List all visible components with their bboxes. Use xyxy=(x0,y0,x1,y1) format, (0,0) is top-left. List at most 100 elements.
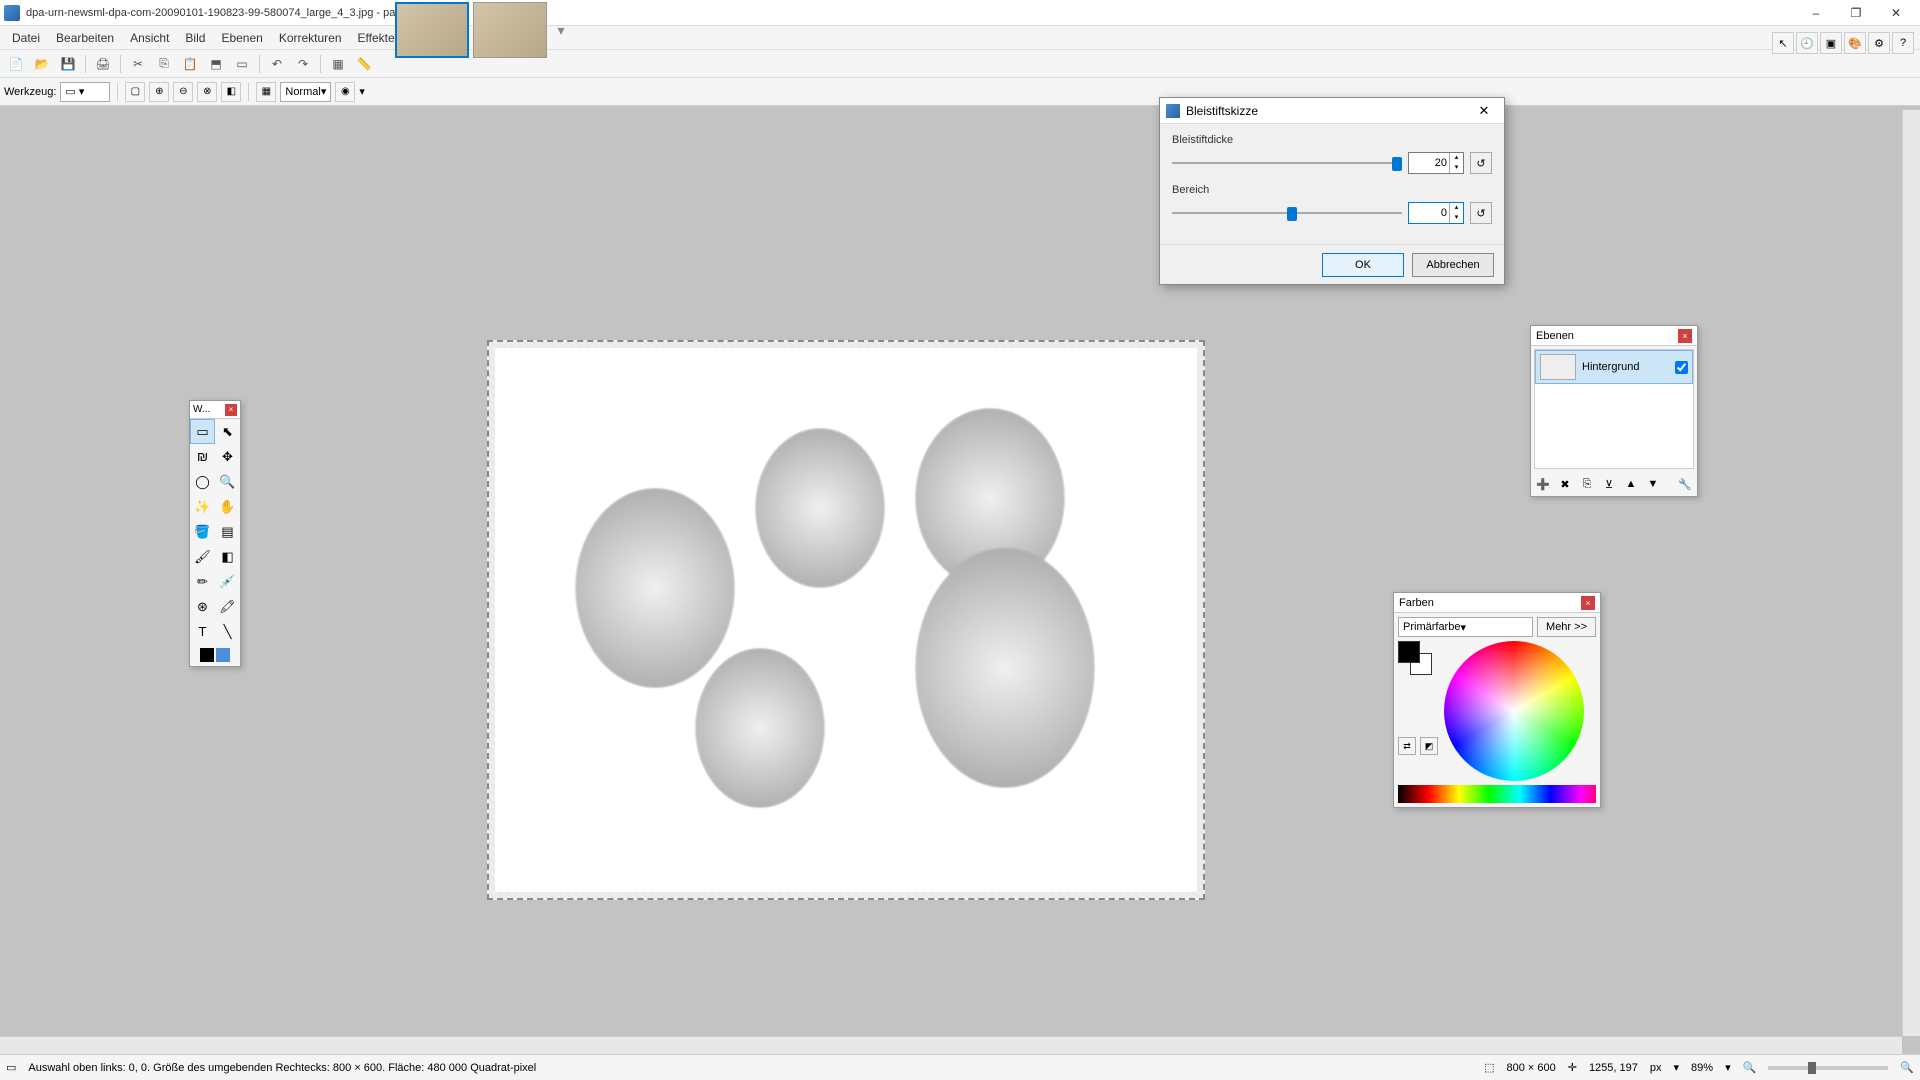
param-thickness-reset-icon[interactable]: ↺ xyxy=(1470,152,1492,174)
sampling-icon[interactable]: ◉ xyxy=(335,82,355,102)
color-picker-tool[interactable]: 💉 xyxy=(215,569,240,594)
paintbrush-tool[interactable]: 🖌 xyxy=(190,544,215,569)
ruler-icon[interactable]: 📏 xyxy=(352,52,376,76)
zoom-tool[interactable]: 🔍 xyxy=(215,469,240,494)
menu-image[interactable]: Bild xyxy=(177,29,213,47)
vertical-scrollbar[interactable] xyxy=(1902,110,1920,1036)
selection-subtract-icon[interactable]: ⊖ xyxy=(173,82,193,102)
ellipse-select-tool[interactable]: ◯ xyxy=(190,469,215,494)
ok-button[interactable]: OK xyxy=(1322,253,1404,277)
status-unit[interactable]: px xyxy=(1650,1062,1662,1074)
color-mode-selector[interactable]: Primärfarbe ▾ xyxy=(1398,617,1533,637)
dialog-header[interactable]: Bleistiftskizze ✕ xyxy=(1160,98,1504,124)
dialog-close-icon[interactable]: ✕ xyxy=(1470,100,1498,122)
menu-view[interactable]: Ansicht xyxy=(122,29,177,47)
param-range-slider[interactable] xyxy=(1172,205,1402,221)
redo-icon[interactable]: ↷ xyxy=(291,52,315,76)
dropdown-icon[interactable]: ▾ xyxy=(1725,1061,1731,1074)
spin-down-icon[interactable]: ▾ xyxy=(1449,163,1463,173)
grid-icon[interactable]: ▦ xyxy=(326,52,350,76)
param-thickness-slider[interactable] xyxy=(1172,155,1402,171)
text-tool[interactable]: T xyxy=(190,619,215,644)
pan-tool[interactable]: ✋ xyxy=(215,494,240,519)
minimize-button[interactable]: – xyxy=(1796,1,1836,25)
zoom-slider[interactable] xyxy=(1768,1066,1888,1070)
spin-up-icon[interactable]: ▴ xyxy=(1449,203,1463,213)
line-tool[interactable]: ╲ xyxy=(215,619,240,644)
save-file-icon[interactable]: 💾 xyxy=(56,52,80,76)
undo-icon[interactable]: ↶ xyxy=(265,52,289,76)
document-thumb-1[interactable] xyxy=(395,2,469,58)
canvas-image[interactable] xyxy=(487,340,1205,900)
move-pixels-tool[interactable]: ✥ xyxy=(215,444,240,469)
open-file-icon[interactable]: 📂 xyxy=(30,52,54,76)
tools-panel-header[interactable]: W... × xyxy=(190,401,240,419)
color-palette-strip[interactable] xyxy=(1398,785,1596,803)
move-down-icon[interactable]: ▼ xyxy=(1643,474,1663,494)
add-layer-icon[interactable]: ➕ xyxy=(1533,474,1553,494)
blend-mode-selector[interactable]: Normal ▾ xyxy=(280,82,331,102)
rectangle-select-tool[interactable]: ▭ xyxy=(190,419,215,444)
recolor-tool[interactable]: 🖍 xyxy=(215,594,240,619)
layers-toggle-icon[interactable]: ▣ xyxy=(1820,32,1842,54)
move-selection-tool[interactable]: ⬉ xyxy=(215,419,240,444)
color-wheel[interactable] xyxy=(1444,641,1584,781)
primary-color-swatch[interactable] xyxy=(1398,641,1420,663)
delete-layer-icon[interactable]: ✖ xyxy=(1555,474,1575,494)
crop-icon[interactable]: ⬒ xyxy=(204,52,228,76)
selection-add-icon[interactable]: ⊕ xyxy=(149,82,169,102)
eraser-tool[interactable]: ◧ xyxy=(215,544,240,569)
horizontal-scrollbar[interactable] xyxy=(0,1036,1902,1054)
history-toggle-icon[interactable]: 🕘 xyxy=(1796,32,1818,54)
selection-intersect-icon[interactable]: ⊗ xyxy=(197,82,217,102)
merge-down-icon[interactable]: ⊻ xyxy=(1599,474,1619,494)
layers-panel-close-icon[interactable]: × xyxy=(1678,329,1692,343)
param-range-reset-icon[interactable]: ↺ xyxy=(1470,202,1492,224)
layers-panel-header[interactable]: Ebenen × xyxy=(1531,326,1697,346)
param-range-input[interactable]: ▴▾ xyxy=(1408,202,1464,224)
zoom-in-icon[interactable]: 🔍 xyxy=(1900,1061,1914,1074)
maximize-button[interactable]: ❐ xyxy=(1836,1,1876,25)
clone-stamp-tool[interactable]: ⊛ xyxy=(190,594,215,619)
deselect-icon[interactable]: ▭ xyxy=(230,52,254,76)
colors-panel-close-icon[interactable]: × xyxy=(1581,596,1595,610)
new-file-icon[interactable]: 📄 xyxy=(4,52,28,76)
swap-colors-icon[interactable]: ⇄ xyxy=(1398,737,1416,755)
layer-visibility-checkbox[interactable] xyxy=(1675,361,1688,374)
param-thickness-input[interactable]: ▴▾ xyxy=(1408,152,1464,174)
zoom-out-icon[interactable]: 🔍 xyxy=(1743,1061,1757,1074)
spin-up-icon[interactable]: ▴ xyxy=(1449,153,1463,163)
cancel-button[interactable]: Abbrechen xyxy=(1412,253,1494,277)
selection-invert-icon[interactable]: ◧ xyxy=(221,82,241,102)
colors-panel-header[interactable]: Farben × xyxy=(1394,593,1600,613)
menu-adjustments[interactable]: Korrekturen xyxy=(271,29,350,47)
flood-mode-icon[interactable]: ▦ xyxy=(256,82,276,102)
tools-toggle-icon[interactable]: ↖ xyxy=(1772,32,1794,54)
shape-swatch[interactable] xyxy=(216,648,230,662)
menu-file[interactable]: Datei xyxy=(4,29,48,47)
menu-layers[interactable]: Ebenen xyxy=(213,29,270,47)
spin-down-icon[interactable]: ▾ xyxy=(1449,213,1463,223)
colors-toggle-icon[interactable]: 🎨 xyxy=(1844,32,1866,54)
settings-icon[interactable]: ⚙ xyxy=(1868,32,1890,54)
primary-swatch[interactable] xyxy=(200,648,214,662)
gradient-tool[interactable]: ▤ xyxy=(215,519,240,544)
layer-properties-icon[interactable]: 🔧 xyxy=(1675,474,1695,494)
layer-row[interactable]: Hintergrund xyxy=(1535,350,1693,384)
dropdown-icon[interactable]: ▾ xyxy=(1674,1061,1680,1074)
help-icon[interactable]: ? xyxy=(1892,32,1914,54)
colors-more-button[interactable]: Mehr >> xyxy=(1537,617,1596,637)
document-thumb-2[interactable] xyxy=(473,2,547,58)
pencil-tool[interactable]: ✏ xyxy=(190,569,215,594)
menu-edit[interactable]: Bearbeiten xyxy=(48,29,122,47)
cut-icon[interactable]: ✂ xyxy=(126,52,150,76)
close-button[interactable]: ✕ xyxy=(1876,1,1916,25)
document-thumb-dropdown[interactable]: ▾ xyxy=(551,2,571,58)
selection-replace-icon[interactable]: ▢ xyxy=(125,82,145,102)
paste-icon[interactable]: 📋 xyxy=(178,52,202,76)
tool-selector[interactable]: ▭ ▾ xyxy=(60,82,110,102)
duplicate-layer-icon[interactable]: ⎘ xyxy=(1577,474,1597,494)
lasso-select-tool[interactable]: ₪ xyxy=(190,444,215,469)
copy-icon[interactable]: ⎘ xyxy=(152,52,176,76)
dropdown-icon[interactable]: ▾ xyxy=(359,85,365,98)
